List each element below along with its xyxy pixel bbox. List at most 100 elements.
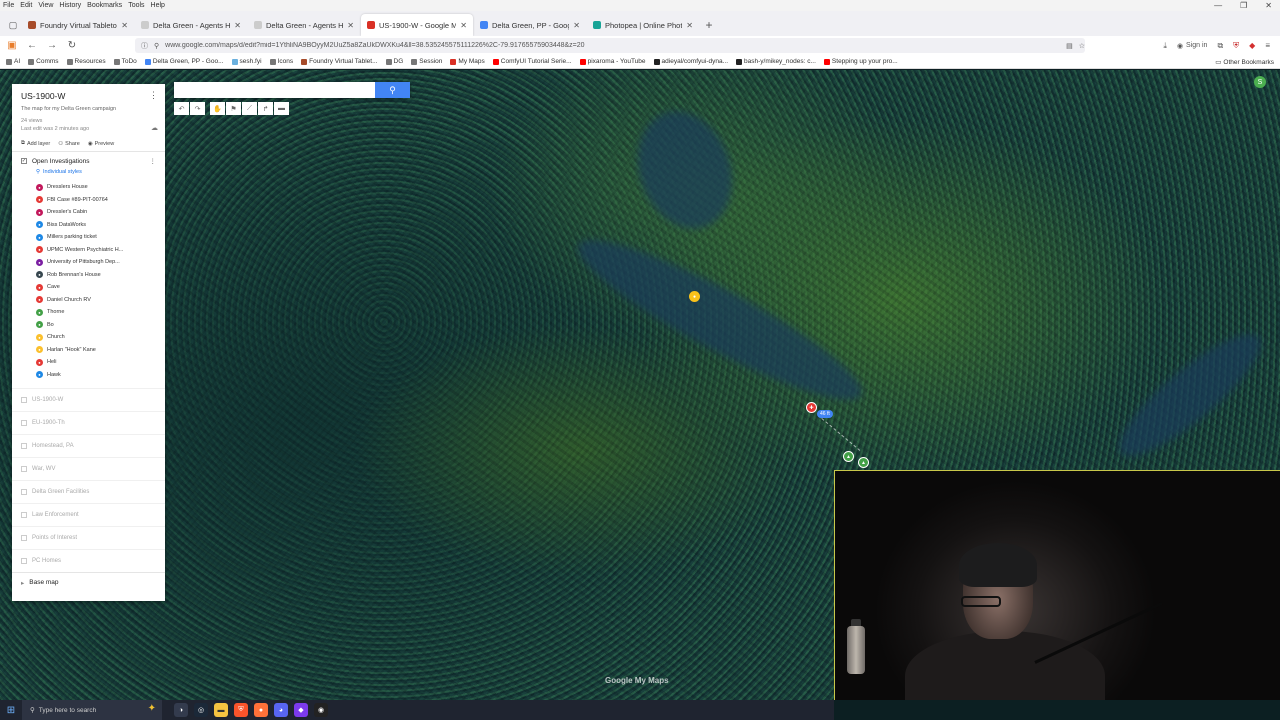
back-icon[interactable]: ← [26, 40, 38, 51]
map-title[interactable]: US-1900-W [21, 91, 156, 101]
thorne-marker[interactable]: ▲ [843, 451, 854, 462]
add-layer-button[interactable]: ⧉ Add layer [21, 140, 50, 147]
search-button[interactable]: ⚲ [375, 82, 410, 98]
extensions-icon[interactable]: ⧉ [1217, 41, 1223, 51]
bookmark-item[interactable]: ToDo [113, 58, 137, 65]
close-tab-icon[interactable]: ✕ [573, 21, 580, 30]
bookmark-item[interactable]: bash-y/mikey_nodes: c... [736, 58, 816, 65]
layer-item[interactable]: Homestead, PA [12, 434, 165, 457]
bookmark-item[interactable]: Session [411, 58, 442, 65]
place-item[interactable]: ● UPMC Western Psychiatric H... [21, 244, 156, 257]
maximize-button[interactable]: ❐ [1240, 1, 1247, 10]
layer-options-icon[interactable]: ⋮ [150, 157, 157, 165]
place-item[interactable]: ● Rob Brennan's House [21, 269, 156, 282]
browser-tab[interactable]: Foundry Virtual Tabletop ✕ [22, 14, 134, 36]
obsidian-icon[interactable]: ◆ [294, 703, 308, 717]
map-description[interactable]: The map for my Delta Green campaign [21, 106, 156, 112]
firefox-view-icon[interactable]: ▣ [6, 40, 18, 51]
other-bookmarks[interactable]: ▭ Other Bookmarks [1215, 55, 1274, 69]
church-marker[interactable]: ● [689, 291, 700, 302]
layer-checkbox[interactable] [21, 489, 27, 495]
bookmark-item[interactable]: sesh.fyi [231, 58, 262, 65]
place-item[interactable]: ● FBI Case #89-PIT-00764 [21, 194, 156, 207]
redo-icon[interactable]: ↷ [190, 102, 205, 115]
bookmark-star-icon[interactable]: ☆ [1079, 42, 1085, 50]
close-tab-icon[interactable]: ✕ [686, 21, 693, 30]
bo-marker[interactable]: ▲ [858, 457, 869, 468]
close-tab-icon[interactable]: ✕ [234, 21, 241, 30]
browser-tab[interactable]: Delta Green - Agents Handbook 20 ✕ [248, 14, 360, 36]
brave-browser-icon[interactable]: ⛨ [234, 703, 248, 717]
bookmark-item[interactable]: Delta Green, PP - Goo... [144, 58, 224, 65]
discord-icon[interactable]: ◕ [274, 703, 288, 717]
place-item[interactable]: ● Cave [21, 281, 156, 294]
place-item[interactable]: ● University of Pittsburgh Dep... [21, 256, 156, 269]
layer-item[interactable]: War, WV [12, 457, 165, 480]
menu-icon[interactable]: ≡ [1265, 41, 1270, 50]
steam-icon[interactable]: ◎ [194, 703, 208, 717]
forward-icon[interactable]: → [46, 40, 58, 51]
bookmark-item[interactable]: pixaroma - YouTube [579, 58, 646, 65]
add-marker-icon[interactable]: ⚑ [226, 102, 241, 115]
map-search-input[interactable] [174, 82, 375, 98]
share-button[interactable]: ⚇ Share [58, 140, 80, 147]
bookmark-item[interactable]: DG [385, 58, 403, 65]
task-view-icon[interactable]: ◑ [174, 703, 188, 717]
shield-icon[interactable]: ⛨ [1233, 41, 1239, 51]
base-map-toggle[interactable]: ▸ Base map [12, 572, 165, 592]
menu-file[interactable]: File [3, 2, 14, 9]
place-item[interactable]: ● Church [21, 331, 156, 344]
reload-icon[interactable]: ↻ [66, 40, 78, 51]
close-tab-icon[interactable]: ✕ [121, 21, 128, 30]
menu-edit[interactable]: Edit [20, 2, 32, 9]
layer-item[interactable]: Law Enforcement [12, 503, 165, 526]
layer-checkbox[interactable] [21, 535, 27, 541]
undo-icon[interactable]: ↶ [174, 102, 189, 115]
info-icon[interactable]: ⓘ [141, 41, 148, 51]
file-explorer-icon[interactable]: ▬ [214, 703, 228, 717]
obs-icon[interactable]: ◉ [314, 703, 328, 717]
menu-view[interactable]: View [38, 2, 53, 9]
layer-checkbox[interactable] [21, 443, 27, 449]
layer-checkbox[interactable] [21, 420, 27, 426]
bookmark-item[interactable]: AI [6, 58, 20, 65]
place-item[interactable]: ● Millers parking ticket [21, 231, 156, 244]
layer-checkbox[interactable] [21, 466, 27, 472]
layer-checkbox[interactable] [21, 512, 27, 518]
close-window-button[interactable]: ✕ [1265, 1, 1272, 10]
place-item[interactable]: ● Thorne [21, 306, 156, 319]
place-item[interactable]: ● Bo [21, 319, 156, 332]
sign-in-button[interactable]: ◉ Sign in [1177, 42, 1208, 50]
layer-item[interactable]: US-1900-W [12, 388, 165, 411]
map-options-icon[interactable]: ⋮ [149, 90, 158, 101]
layer-checkbox[interactable] [21, 558, 27, 564]
browser-tab[interactable]: US-1900-W - Google My Maps ✕ [361, 14, 473, 36]
place-item[interactable]: ● Dressler's Cabin [21, 206, 156, 219]
account-avatar[interactable]: S [1254, 76, 1266, 88]
browser-tab[interactable]: Delta Green - Agents Handbook 20 ✕ [135, 14, 247, 36]
bookmark-item[interactable]: Stepping up your pro... [823, 58, 898, 65]
menu-help[interactable]: Help [151, 2, 165, 9]
place-item[interactable]: ● Dresslers House [21, 181, 156, 194]
layer-item[interactable]: PC Homes [12, 549, 165, 572]
reader-icon[interactable]: ▤ [1066, 42, 1073, 50]
minimize-button[interactable]: — [1214, 1, 1222, 10]
browser-tab[interactable]: Delta Green, PP - Google Earth ✕ [474, 14, 586, 36]
bookmark-item[interactable]: Resources [66, 58, 106, 65]
layer-checkbox[interactable]: ✓ [21, 158, 27, 164]
layer-item[interactable]: Delta Green Facilities [12, 480, 165, 503]
menu-history[interactable]: History [59, 2, 81, 9]
pan-hand-icon[interactable]: ✋ [210, 102, 225, 115]
browser-tab[interactable]: Photopea | Online Photo Editor ✕ [587, 14, 699, 36]
url-bar[interactable]: ⓘ ⚲ www.google.com/maps/d/edit?mid=1Ythl… [135, 38, 1085, 53]
bookmark-item[interactable]: adieyal/comfyui-dyna... [653, 58, 728, 65]
layer-style[interactable]: ⚲ Individual styles [36, 169, 156, 175]
new-tab-button[interactable]: + [700, 14, 718, 36]
extension-red-icon[interactable]: ◆ [1249, 41, 1255, 50]
place-item[interactable]: ● Heli [21, 356, 156, 369]
directions-icon[interactable]: ↱ [258, 102, 273, 115]
bookmark-item[interactable]: Foundry Virtual Tablet... [301, 58, 378, 65]
measure-icon[interactable]: ▬ [274, 102, 289, 115]
windows-start-icon[interactable]: ⊞ [0, 700, 22, 720]
menu-tools[interactable]: Tools [128, 2, 144, 9]
